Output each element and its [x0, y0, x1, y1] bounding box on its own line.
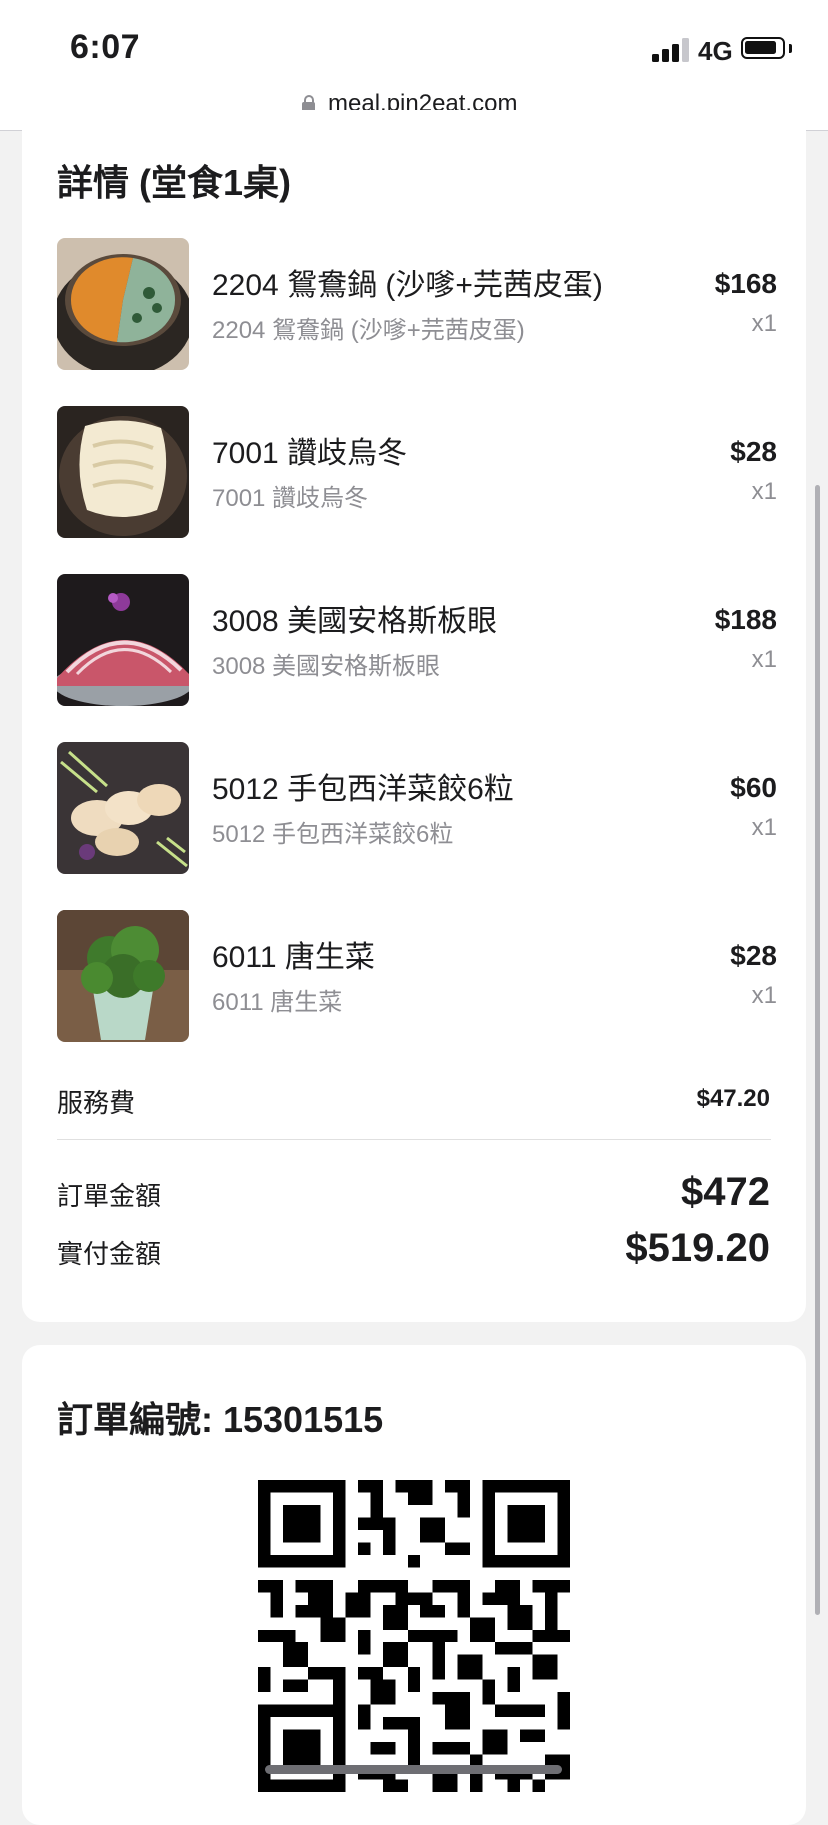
status-bar: 6:07 4G: [0, 0, 828, 84]
list-item[interactable]: 6011 唐生菜 6011 唐生菜 $28 x1: [57, 910, 777, 1042]
list-item[interactable]: 2204 鴛鴦鍋 (沙嗲+芫茜皮蛋) 2204 鴛鴦鍋 (沙嗲+芫茜皮蛋) $1…: [57, 238, 777, 370]
order-amount-label: 訂單金額: [57, 1181, 162, 1211]
lettuce-image: [57, 910, 189, 1042]
item-quantity: x1: [751, 478, 777, 505]
cellular-signal-icon: [652, 38, 690, 62]
hotpot-broth-image: [57, 238, 189, 370]
item-name: 6011 唐生菜: [212, 941, 375, 974]
status-time: 6:07: [70, 28, 141, 66]
battery-cap: [789, 44, 792, 53]
network-type: 4G: [698, 36, 733, 66]
order-number-title: 訂單編號: 15301515: [57, 1399, 384, 1440]
item-subtitle: 3008 美國安格斯板眼: [212, 653, 441, 680]
item-quantity: x1: [751, 814, 777, 841]
item-price: $28: [730, 436, 777, 467]
item-price: $168: [714, 268, 777, 299]
home-indicator[interactable]: [265, 1765, 562, 1774]
order-amount-value: $472: [681, 1170, 770, 1214]
paid-amount-value: $519.20: [625, 1226, 770, 1270]
item-quantity: x1: [751, 646, 777, 673]
list-item[interactable]: 3008 美國安格斯板眼 3008 美國安格斯板眼 $188 x1: [57, 574, 777, 706]
item-subtitle: 5012 手包西洋菜餃6粒: [212, 821, 454, 848]
scrollbar[interactable]: [815, 485, 820, 1615]
item-name: 2204 鴛鴦鍋 (沙嗲+芫茜皮蛋): [212, 269, 603, 302]
paid-amount-label: 實付金額: [57, 1239, 162, 1269]
item-name: 5012 手包西洋菜餃6粒: [212, 773, 514, 806]
item-price: $60: [730, 772, 777, 803]
item-subtitle: 6011 唐生菜: [212, 989, 343, 1016]
list-item[interactable]: 5012 手包西洋菜餃6粒 5012 手包西洋菜餃6粒 $60 x1: [57, 742, 777, 874]
service-fee-label: 服務費: [57, 1088, 136, 1118]
order-details-card: 詳情 (堂食1桌) 2204 鴛鴦鍋 (沙嗲+芫茜皮蛋) 2204 鴛鴦鍋 (沙…: [22, 110, 806, 1322]
details-title: 詳情 (堂食1桌): [57, 162, 292, 203]
item-name: 7001 讚歧烏冬: [212, 437, 408, 470]
item-price: $188: [714, 604, 777, 635]
dumplings-image: [57, 742, 189, 874]
item-quantity: x1: [751, 982, 777, 1009]
qr-code-icon: [258, 1480, 570, 1792]
order-number-card: 訂單編號: 15301515: [22, 1345, 806, 1825]
service-fee-value: $47.20: [696, 1085, 770, 1112]
item-subtitle: 7001 讚歧烏冬: [212, 485, 369, 512]
item-name: 3008 美國安格斯板眼: [212, 605, 498, 638]
list-item[interactable]: 7001 讚歧烏冬 7001 讚歧烏冬 $28 x1: [57, 406, 777, 538]
sliced-beef-image: [57, 574, 189, 706]
battery-icon: [741, 37, 785, 59]
divider: [57, 1139, 771, 1140]
item-quantity: x1: [751, 310, 777, 337]
item-subtitle: 2204 鴛鴦鍋 (沙嗲+芫茜皮蛋): [212, 317, 525, 344]
item-price: $28: [730, 940, 777, 971]
udon-noodle-image: [57, 406, 189, 538]
